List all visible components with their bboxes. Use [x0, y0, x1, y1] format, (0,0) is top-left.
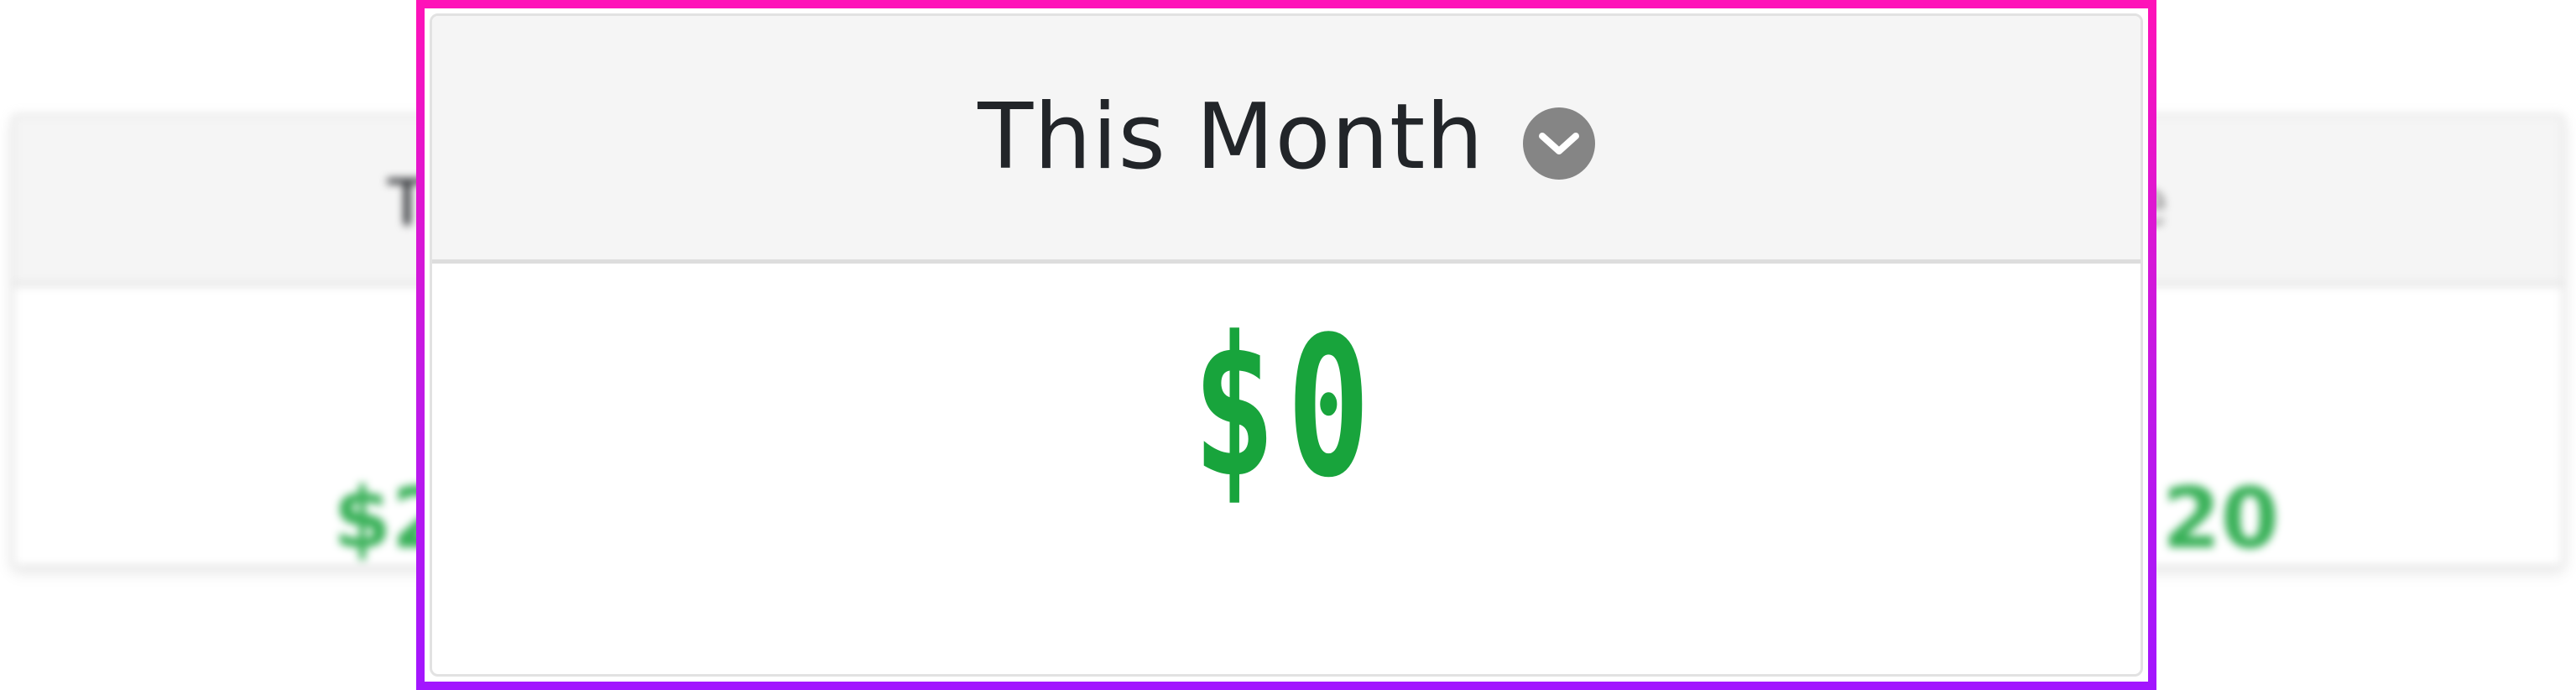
period-stats-card: This Month $0 [430, 13, 2143, 677]
chevron-down-icon[interactable] [1522, 107, 1595, 180]
period-stats-body: $0 [432, 264, 2141, 674]
background-value-right[interactable]: 20 [2162, 469, 2279, 565]
chevron-down-glyph [1538, 133, 1579, 154]
highlight-frame: This Month $0 [416, 0, 2156, 690]
highlight-inner: This Month $0 [425, 8, 2148, 682]
amount-value: $0 [1192, 296, 1381, 520]
screen: T e $2 20 This Month $0 [0, 0, 2576, 690]
period-title: This Month [978, 85, 1484, 190]
period-selector[interactable]: This Month [432, 16, 2141, 264]
